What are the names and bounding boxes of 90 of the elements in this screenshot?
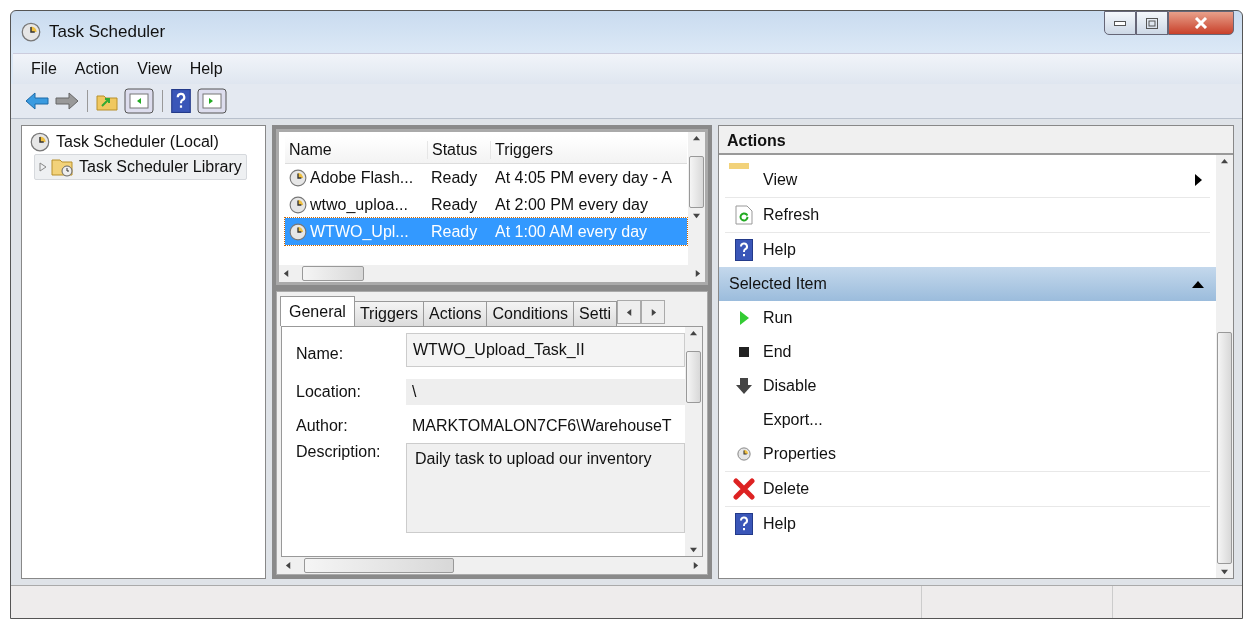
tab[interactable]: Triggers (353, 301, 424, 326)
location-value: \ (406, 379, 685, 405)
scroll-up-icon (1221, 158, 1228, 165)
clock-icon (737, 447, 751, 461)
submenu-arrow-icon (1195, 174, 1202, 186)
clock-icon (289, 222, 307, 241)
field-label: Author: (296, 417, 349, 435)
help-icon (735, 513, 753, 535)
scroll-down-icon (690, 546, 697, 553)
stop-icon (739, 347, 749, 357)
field-label: Name: (296, 345, 345, 363)
field-label: Description: (296, 443, 382, 461)
close-icon (1194, 17, 1208, 29)
collapse-arrow-icon (1192, 280, 1204, 288)
menu-item[interactable]: Help (183, 58, 229, 80)
maximize-button[interactable] (1136, 11, 1168, 35)
back-arrow-icon[interactable] (25, 91, 49, 111)
scrollbar[interactable] (685, 327, 702, 556)
left-arrow-icon (625, 308, 633, 316)
menu-item[interactable]: Action (68, 58, 126, 80)
menu-item[interactable]: View (131, 58, 178, 80)
tab[interactable]: Actions (423, 301, 488, 326)
clock-icon (289, 168, 307, 187)
minimize-icon (1114, 20, 1126, 26)
scroll-thumb[interactable] (1217, 332, 1232, 564)
command-entry[interactable]: End (725, 335, 1210, 369)
tree-item[interactable]: Task Scheduler (Local) (26, 130, 223, 154)
tab[interactable]: Conditions (486, 301, 575, 326)
section-header[interactable]: Selected Item (719, 267, 1216, 301)
help-icon (735, 239, 753, 261)
tab-scroll-left-button[interactable] (617, 300, 642, 324)
show-action-pane-icon[interactable] (197, 88, 227, 114)
command-entry[interactable]: Run (725, 301, 1210, 335)
scroll-thumb[interactable] (686, 351, 701, 403)
scroll-left-icon (285, 562, 292, 569)
scroll-down-icon (693, 212, 700, 219)
down-arrow-icon (735, 377, 753, 395)
minimize-button[interactable] (1104, 11, 1136, 35)
show-pane-icon[interactable] (124, 88, 154, 114)
forward-arrow-icon[interactable] (55, 91, 79, 111)
delete-icon (733, 478, 755, 500)
tab[interactable]: General (280, 296, 355, 326)
expand-arrow-icon[interactable] (39, 162, 47, 172)
tree-item[interactable]: Task Scheduler Library (34, 154, 247, 180)
author-value: MARKTOMALON7CF6\WarehouseT (411, 416, 673, 436)
play-icon (738, 310, 750, 326)
clock-icon (30, 132, 50, 152)
panel-title: Actions (719, 126, 1233, 155)
scrollbar[interactable] (688, 132, 705, 265)
maximize-icon (1146, 17, 1158, 29)
command-entry[interactable]: Delete (725, 472, 1210, 507)
scroll-thumb[interactable] (304, 558, 454, 573)
command-entry[interactable]: Export... (725, 403, 1210, 437)
command-entry[interactable]: Refresh (725, 198, 1210, 233)
refresh-icon (735, 205, 753, 225)
command-entry[interactable]: Disable (725, 369, 1210, 403)
scroll-left-icon (283, 270, 290, 277)
task-row[interactable]: Adobe Flash... Ready At 4:05 PM every day - A (285, 164, 687, 191)
command-entry[interactable]: Help (725, 507, 1210, 541)
folder-clock-icon (51, 157, 75, 177)
command-entry[interactable]: View (725, 163, 1210, 198)
command-entry[interactable]: Help (725, 233, 1210, 267)
scroll-up-icon (693, 135, 700, 142)
window-title: Task Scheduler (49, 22, 166, 42)
description-field[interactable]: Daily task to upload our inventory (406, 443, 685, 533)
task-row[interactable]: wtwo_uploa... Ready At 2:00 PM every day (285, 191, 687, 218)
folder-icon (729, 163, 749, 169)
close-button[interactable] (1168, 11, 1234, 35)
scroll-down-icon (1221, 568, 1228, 575)
field-label: Location: (296, 383, 362, 401)
command-entry[interactable]: Properties (725, 437, 1210, 472)
tab[interactable]: Setti (573, 301, 618, 326)
scroll-thumb[interactable] (689, 156, 704, 208)
scrollbar[interactable] (279, 265, 705, 282)
scroll-right-icon (694, 270, 701, 277)
app-clock-icon (21, 22, 41, 42)
name-field[interactable]: WTWO_Upload_Task_II (406, 333, 685, 367)
scroll-right-icon (692, 562, 699, 569)
scroll-up-icon (690, 330, 697, 337)
clock-icon (289, 195, 307, 214)
menu-item[interactable]: File (25, 58, 63, 80)
help-icon (171, 89, 191, 113)
tab-scroll-right-button[interactable] (641, 300, 666, 324)
column-header[interactable]: Status (427, 140, 491, 159)
right-arrow-icon (649, 308, 657, 316)
column-header[interactable]: Name (285, 140, 427, 159)
section-title: Selected Item (729, 275, 827, 293)
scroll-thumb[interactable] (302, 266, 364, 281)
column-header[interactable]: Triggers (491, 140, 687, 159)
scrollbar[interactable] (1216, 155, 1233, 578)
